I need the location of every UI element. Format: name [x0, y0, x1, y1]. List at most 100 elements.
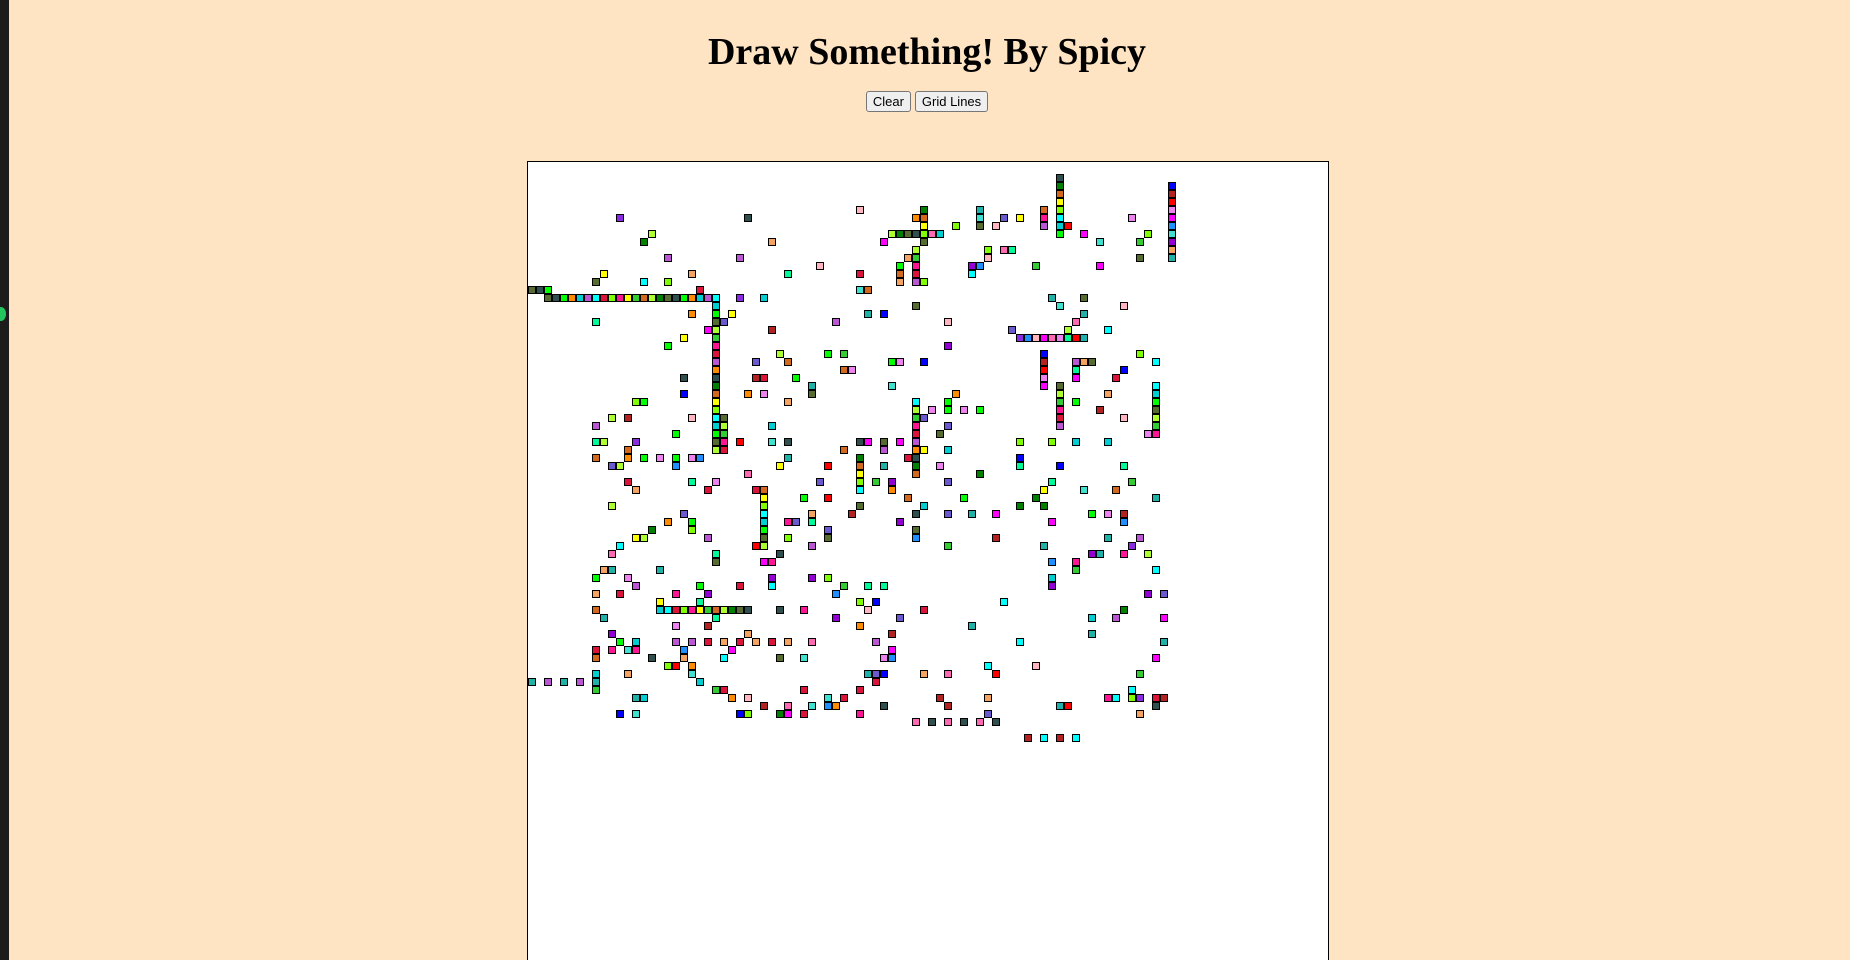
painted-cell[interactable] [1120, 606, 1128, 614]
painted-cell[interactable] [648, 654, 656, 662]
painted-cell[interactable] [672, 662, 680, 670]
painted-cell[interactable] [1072, 734, 1080, 742]
painted-cell[interactable] [736, 710, 744, 718]
painted-cell[interactable] [1056, 230, 1064, 238]
painted-cell[interactable] [736, 582, 744, 590]
painted-cell[interactable] [1048, 558, 1056, 566]
painted-cell[interactable] [1080, 294, 1088, 302]
painted-cell[interactable] [712, 318, 720, 326]
painted-cell[interactable] [1072, 566, 1080, 574]
painted-cell[interactable] [1040, 222, 1048, 230]
painted-cell[interactable] [1072, 366, 1080, 374]
painted-cell[interactable] [1096, 406, 1104, 414]
painted-cell[interactable] [1064, 326, 1072, 334]
painted-cell[interactable] [768, 574, 776, 582]
painted-cell[interactable] [928, 230, 936, 238]
painted-cell[interactable] [600, 566, 608, 574]
painted-cell[interactable] [872, 678, 880, 686]
painted-cell[interactable] [1072, 558, 1080, 566]
painted-cell[interactable] [1112, 614, 1120, 622]
painted-cell[interactable] [768, 558, 776, 566]
painted-cell[interactable] [680, 646, 688, 654]
painted-cell[interactable] [792, 518, 800, 526]
painted-cell[interactable] [1056, 414, 1064, 422]
painted-cell[interactable] [768, 438, 776, 446]
painted-cell[interactable] [888, 382, 896, 390]
painted-cell[interactable] [856, 438, 864, 446]
painted-cell[interactable] [648, 230, 656, 238]
painted-cell[interactable] [912, 230, 920, 238]
painted-cell[interactable] [888, 358, 896, 366]
painted-cell[interactable] [1056, 390, 1064, 398]
painted-cell[interactable] [1128, 694, 1136, 702]
painted-cell[interactable] [1056, 206, 1064, 214]
painted-cell[interactable] [608, 294, 616, 302]
painted-cell[interactable] [1016, 214, 1024, 222]
painted-cell[interactable] [768, 238, 776, 246]
painted-cell[interactable] [704, 606, 712, 614]
painted-cell[interactable] [944, 510, 952, 518]
painted-cell[interactable] [856, 470, 864, 478]
painted-cell[interactable] [664, 342, 672, 350]
painted-cell[interactable] [920, 206, 928, 214]
painted-cell[interactable] [1016, 502, 1024, 510]
painted-cell[interactable] [808, 390, 816, 398]
painted-cell[interactable] [856, 598, 864, 606]
painted-cell[interactable] [1056, 214, 1064, 222]
painted-cell[interactable] [856, 270, 864, 278]
painted-cell[interactable] [824, 574, 832, 582]
painted-cell[interactable] [544, 294, 552, 302]
painted-cell[interactable] [992, 510, 1000, 518]
painted-cell[interactable] [664, 662, 672, 670]
painted-cell[interactable] [864, 310, 872, 318]
painted-cell[interactable] [616, 542, 624, 550]
painted-cell[interactable] [712, 342, 720, 350]
painted-cell[interactable] [688, 670, 696, 678]
painted-cell[interactable] [584, 294, 592, 302]
painted-cell[interactable] [824, 702, 832, 710]
painted-cell[interactable] [920, 222, 928, 230]
painted-cell[interactable] [984, 254, 992, 262]
painted-cell[interactable] [984, 694, 992, 702]
painted-cell[interactable] [760, 510, 768, 518]
painted-cell[interactable] [760, 542, 768, 550]
painted-cell[interactable] [896, 438, 904, 446]
painted-cell[interactable] [1152, 422, 1160, 430]
painted-cell[interactable] [1040, 334, 1048, 342]
painted-cell[interactable] [640, 398, 648, 406]
painted-cell[interactable] [1072, 358, 1080, 366]
painted-cell[interactable] [864, 582, 872, 590]
painted-cell[interactable] [832, 702, 840, 710]
painted-cell[interactable] [688, 518, 696, 526]
painted-cell[interactable] [1088, 614, 1096, 622]
painted-cell[interactable] [1040, 382, 1048, 390]
painted-cell[interactable] [720, 438, 728, 446]
painted-cell[interactable] [1088, 510, 1096, 518]
painted-cell[interactable] [912, 470, 920, 478]
clear-button[interactable]: Clear [865, 91, 911, 112]
painted-cell[interactable] [888, 230, 896, 238]
painted-cell[interactable] [1056, 190, 1064, 198]
painted-cell[interactable] [1144, 550, 1152, 558]
painted-cell[interactable] [832, 614, 840, 622]
painted-cell[interactable] [912, 278, 920, 286]
painted-cell[interactable] [944, 670, 952, 678]
painted-cell[interactable] [784, 454, 792, 462]
painted-cell[interactable] [752, 542, 760, 550]
painted-cell[interactable] [1040, 374, 1048, 382]
painted-cell[interactable] [944, 542, 952, 550]
painted-cell[interactable] [720, 414, 728, 422]
painted-cell[interactable] [752, 358, 760, 366]
painted-cell[interactable] [912, 438, 920, 446]
painted-cell[interactable] [632, 486, 640, 494]
painted-cell[interactable] [912, 398, 920, 406]
painted-cell[interactable] [608, 462, 616, 470]
painted-cell[interactable] [1056, 422, 1064, 430]
painted-cell[interactable] [712, 350, 720, 358]
painted-cell[interactable] [880, 438, 888, 446]
painted-cell[interactable] [808, 382, 816, 390]
painted-cell[interactable] [1168, 182, 1176, 190]
painted-cell[interactable] [920, 358, 928, 366]
painted-cell[interactable] [1040, 206, 1048, 214]
painted-cell[interactable] [1008, 246, 1016, 254]
